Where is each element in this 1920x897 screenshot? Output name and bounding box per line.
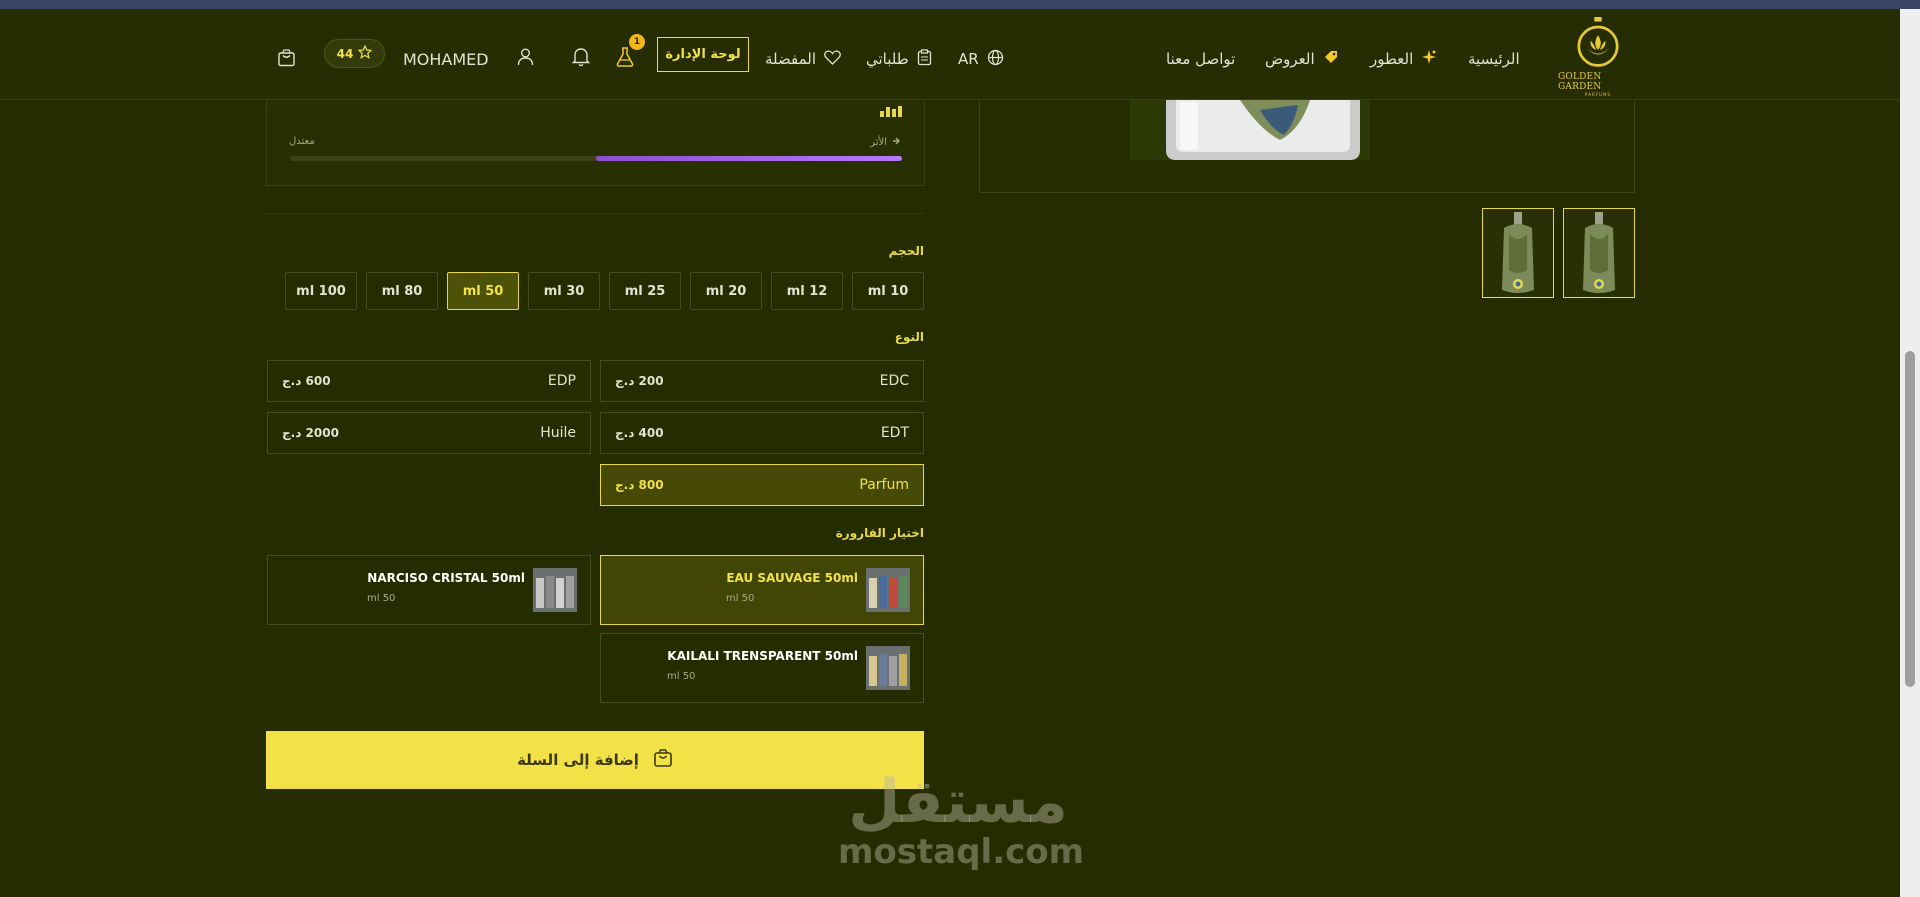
bottle-section-label: اختيار القارورة [835,526,924,540]
type-option-price: 400 د.ج [615,426,664,440]
logo-brand-text: GOLDEN GARDEN [1558,72,1602,92]
nav-home[interactable]: الرئيسية [1468,44,1520,74]
logo-emblem-icon [1577,17,1619,67]
watermark-english: mostaql.com [838,832,1085,872]
thumbnail-2[interactable] [1482,208,1554,298]
size-option[interactable]: ml 12 [771,272,843,310]
star-icon [357,44,373,62]
watermark: مستقل mostaql.com [838,766,1085,886]
type-option-price: 200 د.ج [615,374,664,388]
logo[interactable]: GOLDEN GARDEN PARFUMS [1558,17,1638,97]
clipboard-icon [917,48,932,70]
trail-label-row: الأثر [870,136,902,149]
user-menu[interactable]: MOHAMED [403,44,534,74]
trail-icon [892,136,902,149]
notifications-button[interactable] [571,44,591,74]
flask-icon [616,47,634,71]
type-option-price: 800 د.ج [615,478,664,492]
nav-favorites[interactable]: المفضلة [765,44,841,74]
type-section-label: النوع [894,330,924,344]
tag-icon [1323,49,1339,69]
cart-button[interactable] [277,44,296,74]
moderate-label: معتدل [289,136,315,147]
nav-contact[interactable]: تواصل معنا [1166,44,1235,74]
language-selector[interactable]: AR [958,44,1004,74]
logo-sub-text: PARFUMS [1585,92,1611,97]
lab-count-badge: 1 [629,34,645,50]
bottle-name: NARCISO CRISTAL 50ml [367,571,525,585]
nav-orders[interactable]: طلباتي [866,44,932,74]
section-divider [266,213,925,214]
nav-home-label: الرئيسية [1468,50,1520,68]
type-option[interactable]: 200 د.ج EDC [600,360,924,402]
nav-perfumes-label: العطور [1370,50,1414,68]
size-section-label: الحجم [888,244,924,258]
add-to-cart-button[interactable]: إضافة إلى السلة [266,731,924,789]
bottle-size: ml 50 [367,593,396,604]
bottle-option[interactable]: KAILALI TRENSPARENT 50ml ml 50 [600,633,924,703]
user-icon [517,48,534,70]
bell-icon [571,47,591,71]
username-label: MOHAMED [403,49,489,69]
nav-offers[interactable]: العروض [1265,44,1339,74]
bottle-thumbnail [533,568,577,612]
size-option[interactable]: ml 30 [528,272,600,310]
nav-orders-label: طلباتي [866,50,909,68]
product-main-image[interactable] [979,100,1635,193]
sparkles-icon [1421,49,1437,69]
size-option[interactable]: ml 100 [285,272,357,310]
points-value: 44 [336,46,354,61]
nav-offers-label: العروض [1265,50,1315,68]
type-option-name: EDT [880,425,909,441]
navbar: GOLDEN GARDEN PARFUMS الرئيسية العطور ال… [0,9,1900,100]
size-option[interactable]: ml 10 [852,272,924,310]
add-to-cart-label: إضافة إلى السلة [517,751,639,769]
size-option[interactable]: ml 80 [366,272,438,310]
type-option-price: 2000 د.ج [282,426,339,440]
type-option[interactable]: 2000 د.ج Huile [267,412,591,454]
lab-button[interactable] [616,44,634,74]
type-option-name: Huile [540,425,576,441]
shopping-bag-icon [653,748,673,772]
bottle-size: ml 50 [726,593,755,604]
heart-icon [824,50,841,69]
bottle-thumbnail [866,646,910,690]
perfume-bottle-icon [1502,212,1534,293]
points-badge[interactable]: 44 [324,39,385,68]
type-option-name: EDC [879,373,909,389]
bottle-name: EAU SAUVAGE 50ml [726,571,858,585]
size-option[interactable]: ml 50 [447,272,519,310]
type-option-name: Parfum [859,477,909,493]
type-option[interactable]: 800 د.ج Parfum [600,464,924,506]
admin-dashboard-button[interactable]: لوحة الإدارة [657,37,749,72]
nav-contact-label: تواصل معنا [1166,50,1236,68]
scent-chart-icon [880,102,902,121]
globe-icon [987,49,1004,70]
perfume-bottle-image [1130,100,1370,160]
perfume-bottle-icon [1583,212,1615,293]
browser-top-strip [0,0,1920,9]
bottle-thumbnail [866,568,910,612]
trail-progress-fill [596,156,902,161]
type-option[interactable]: 400 د.ج EDT [600,412,924,454]
scrollbar-thumb[interactable] [1905,351,1915,687]
bottle-name: KAILALI TRENSPARENT 50ml [667,649,858,663]
type-option[interactable]: 600 د.ج EDP [267,360,591,402]
size-option[interactable]: ml 25 [609,272,681,310]
type-option-name: EDP [547,373,576,389]
trail-progress-track [290,156,902,161]
watermark-arabic: مستقل [848,767,1068,837]
bottle-size: ml 50 [667,671,696,682]
size-option[interactable]: ml 20 [690,272,762,310]
shopping-bag-icon [277,48,296,71]
scent-profile-card: الأثر معتدل [266,100,925,186]
bottle-option[interactable]: NARCISO CRISTAL 50ml ml 50 [267,555,591,625]
nav-favorites-label: المفضلة [765,50,817,68]
nav-perfumes[interactable]: العطور [1370,44,1437,74]
bottle-option[interactable]: EAU SAUVAGE 50ml ml 50 [600,555,924,625]
thumbnail-1[interactable] [1563,208,1635,298]
trail-label: الأثر [870,137,887,148]
language-label: AR [958,50,979,68]
type-option-price: 600 د.ج [282,374,331,388]
